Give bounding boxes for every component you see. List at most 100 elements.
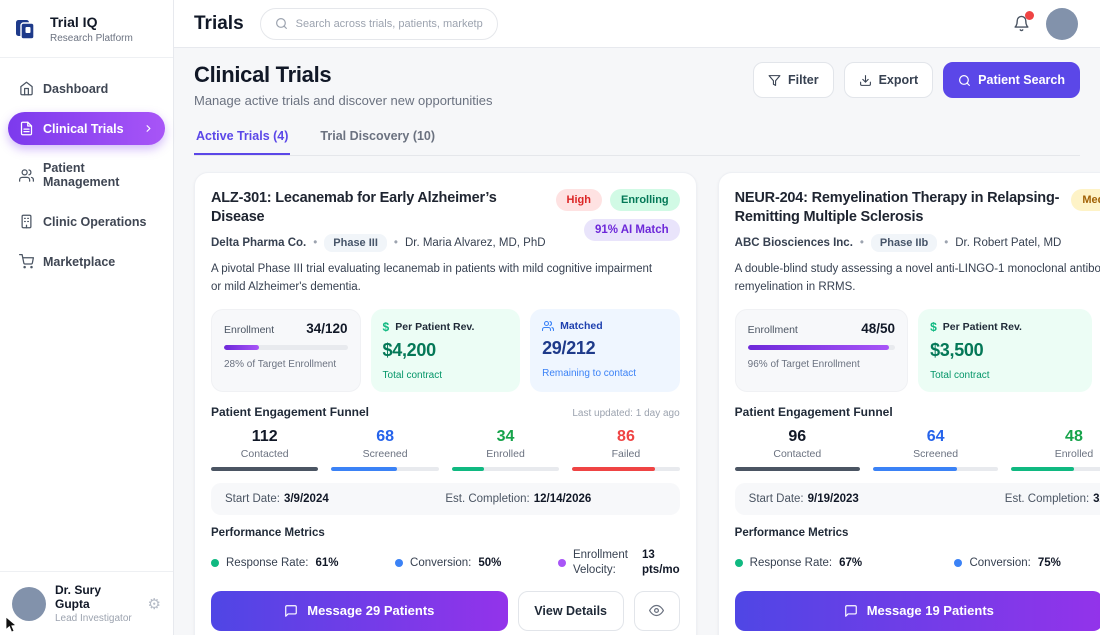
- trials-tabs: Active Trials (4) Trial Discovery (10): [194, 123, 1080, 156]
- matched-label: Matched: [560, 320, 603, 332]
- trial-dates: Start Date:3/9/2024 Est. Completion:12/1…: [211, 483, 680, 515]
- brand-name: Trial IQ: [50, 14, 133, 30]
- sidebar-item-marketplace[interactable]: Marketplace: [8, 245, 165, 278]
- completion-date-value: 12/14/2026: [534, 493, 592, 505]
- topbar-title: Trials: [194, 13, 244, 35]
- brand-logo-icon: [12, 14, 42, 44]
- funnel-stage-enrolled: 34 Enrolled: [452, 428, 559, 471]
- funnel-stage-screened: 68 Screened: [331, 428, 438, 471]
- filter-button[interactable]: Filter: [753, 62, 834, 98]
- global-search[interactable]: [260, 8, 498, 40]
- sidebar-item-label: Clinic Operations: [43, 215, 147, 229]
- trial-sponsor: ABC Biosciences Inc.: [735, 237, 853, 249]
- sidebar-item-label: Clinical Trials: [43, 122, 124, 136]
- performance-metrics: Performance Metrics Response Rate: 67% C…: [735, 527, 1100, 578]
- status-badge: Enrolling: [610, 189, 680, 211]
- conversion-metric: Conversion: 75%: [954, 557, 1060, 569]
- trial-dates: Start Date:9/19/2023 Est. Completion:3/3…: [735, 483, 1100, 515]
- performance-metrics: Performance Metrics Response Rate: 61% C…: [211, 527, 680, 578]
- revenue-caption: Total contract: [383, 370, 509, 381]
- patient-search-button[interactable]: Patient Search: [943, 62, 1080, 98]
- sidebar-item-dashboard[interactable]: Dashboard: [8, 72, 165, 105]
- sidebar-item-clinic-operations[interactable]: Clinic Operations: [8, 205, 165, 238]
- matched-value: 29/212: [542, 338, 668, 359]
- enrollment-caption: 96% of Target Enrollment: [748, 359, 895, 370]
- matched-metric: Matched 29/212 Remaining to contact: [530, 309, 680, 392]
- message-patients-button[interactable]: Message 19 Patients: [735, 591, 1100, 631]
- chevron-right-icon: [143, 123, 154, 134]
- user-profile[interactable]: Dr. Sury Gupta Lead Investigator ⚙: [0, 571, 173, 635]
- green-dot-icon: [735, 559, 743, 567]
- dollar-icon: $: [930, 320, 937, 334]
- preview-button[interactable]: [634, 591, 680, 631]
- funnel-stage-failed: 86 Failed: [572, 428, 679, 471]
- meta-separator: •: [860, 237, 864, 249]
- purple-dot-icon: [558, 559, 566, 567]
- search-input[interactable]: [296, 18, 483, 30]
- revenue-label: Per Patient Rev.: [395, 321, 474, 333]
- funnel-stage-screened: 64 Screened: [873, 428, 998, 471]
- velocity-metric: Enrollment Velocity: 13pts/mo: [558, 548, 680, 578]
- message-patients-button[interactable]: Message 29 Patients: [211, 591, 508, 631]
- profile-role: Lead Investigator: [55, 613, 139, 624]
- funnel-stage-contacted: 112 Contacted: [211, 428, 318, 471]
- notifications-button[interactable]: [1013, 15, 1030, 32]
- tab-active-trials[interactable]: Active Trials (4): [194, 123, 290, 155]
- start-date-label: Start Date:: [225, 493, 280, 505]
- start-date-label: Start Date:: [749, 493, 804, 505]
- funnel-stage-contacted: 96 Contacted: [735, 428, 860, 471]
- trial-title: ALZ-301: Lecanemab for Early Alzheimer’s…: [211, 189, 546, 227]
- matched-caption: Remaining to contact: [542, 368, 668, 379]
- priority-badge: High: [556, 189, 602, 211]
- topbar-avatar[interactable]: [1046, 8, 1078, 40]
- enrollment-progress-bar: [748, 345, 895, 350]
- funnel-stage-enrolled: 48 Enrolled: [1011, 428, 1100, 471]
- page-title: Clinical Trials: [194, 62, 492, 88]
- sidebar-item-label: Patient Management: [43, 161, 154, 189]
- revenue-value: $4,200: [383, 340, 509, 361]
- trial-title: NEUR-204: Remyelination Therapy in Relap…: [735, 189, 1062, 227]
- search-icon: [958, 74, 971, 87]
- users-icon: [542, 320, 554, 332]
- sidebar-item-label: Marketplace: [43, 255, 115, 269]
- blue-dot-icon: [954, 559, 962, 567]
- trial-description: A double-blind study assessing a novel a…: [735, 261, 1100, 297]
- trial-investigator: Dr. Maria Alvarez, MD, PhD: [405, 237, 546, 249]
- topbar: Trials: [174, 0, 1100, 48]
- gear-icon[interactable]: ⚙: [148, 595, 161, 613]
- response-rate-metric: Response Rate: 67%: [735, 557, 863, 569]
- mouse-cursor: [5, 616, 19, 633]
- trial-investigator: Dr. Robert Patel, MD: [955, 237, 1061, 249]
- brand-subtitle: Research Platform: [50, 33, 133, 44]
- sidebar-item-label: Dashboard: [43, 82, 108, 96]
- tab-trial-discovery[interactable]: Trial Discovery (10): [318, 123, 437, 155]
- revenue-label: Per Patient Rev.: [943, 321, 1022, 333]
- start-date-value: 9/19/2023: [808, 493, 859, 505]
- enrollment-progress-bar: [224, 345, 348, 350]
- priority-badge: Medium: [1071, 189, 1100, 211]
- engagement-funnel: Patient Engagement Funnel Last updated: …: [735, 405, 1100, 471]
- users-icon: [19, 168, 34, 183]
- completion-date-value: 3/30/2025: [1093, 493, 1100, 505]
- trial-phase-badge: Phase IIb: [871, 234, 937, 252]
- filter-icon: [768, 74, 781, 87]
- chat-icon: [844, 604, 858, 618]
- completion-date-label: Est. Completion:: [445, 493, 529, 505]
- search-icon: [275, 17, 288, 30]
- meta-separator: •: [394, 237, 398, 249]
- sidebar-item-clinical-trials[interactable]: Clinical Trials: [8, 112, 165, 145]
- export-button[interactable]: Export: [844, 62, 934, 98]
- trial-sponsor: Delta Pharma Co.: [211, 237, 306, 249]
- download-icon: [859, 74, 872, 87]
- funnel-title: Patient Engagement Funnel: [735, 405, 893, 419]
- response-rate-metric: Response Rate: 61%: [211, 557, 339, 569]
- sidebar-item-patient-management[interactable]: Patient Management: [8, 152, 165, 198]
- building-icon: [19, 214, 34, 229]
- dollar-icon: $: [383, 320, 390, 334]
- eye-icon: [649, 603, 664, 618]
- meta-separator: •: [944, 237, 948, 249]
- view-details-button[interactable]: View Details: [518, 591, 624, 631]
- funnel-title: Patient Engagement Funnel: [211, 405, 369, 419]
- ai-match-badge: 91% AI Match: [584, 219, 680, 241]
- enrollment-label: Enrollment: [748, 324, 798, 336]
